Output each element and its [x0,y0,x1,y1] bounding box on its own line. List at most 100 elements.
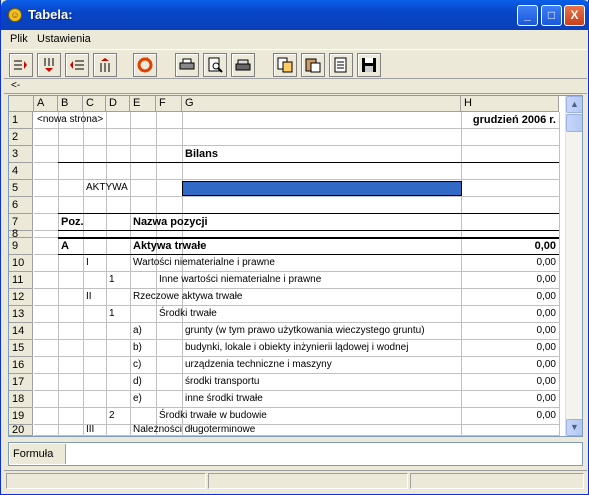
column-header[interactable]: F [156,96,182,112]
grid-cell[interactable]: Nazwa pozycji [133,214,208,231]
grid-cell[interactable]: III [86,425,94,436]
grid-cell[interactable]: 0,00 [464,408,556,425]
import-button[interactable] [329,53,353,77]
column-header[interactable]: H [461,96,559,112]
paste-button[interactable] [301,53,325,77]
row-header[interactable]: 5 [9,180,33,197]
column-header[interactable]: B [58,96,83,112]
grid-cell[interactable]: 1 [109,306,115,323]
grid-cell[interactable]: 1 [109,272,115,289]
column-header[interactable]: A [34,96,58,112]
row-header[interactable]: 20 [9,425,33,436]
row-header[interactable]: 10 [9,255,33,272]
grid-cell[interactable]: grunty (w tym prawo użytkowania wieczyst… [185,323,425,340]
grid-cell[interactable]: d) [133,374,142,391]
row-header[interactable]: 1 [9,112,33,129]
grid-cell[interactable]: środki transportu [185,374,259,391]
scroll-up-icon[interactable]: ▲ [566,96,582,113]
row-header[interactable]: 3 [9,146,33,163]
status-pane-1 [6,473,206,489]
grid-cell[interactable]: 0,00 [464,289,556,306]
grid-cell[interactable]: Aktywa trwałe [133,238,206,255]
scroll-down-icon[interactable]: ▼ [566,419,582,436]
grid-cell[interactable]: Należności długoterminowe [133,425,255,436]
maximize-button[interactable]: □ [541,5,562,26]
column-header[interactable]: G [182,96,461,112]
row-header[interactable]: 8 [9,229,33,240]
grid-cell[interactable]: urządzenia techniczne i maszyny [185,357,332,374]
grid-cell[interactable]: Bilans [185,146,218,163]
save-button[interactable] [357,53,381,77]
row-header[interactable]: 15 [9,340,33,357]
delete-col-button[interactable] [93,53,117,77]
grid-cell[interactable]: 0,00 [464,357,556,374]
grid-cell[interactable]: A [61,238,69,255]
grid-cell[interactable]: e) [133,391,142,408]
row-header[interactable]: 19 [9,408,33,425]
grid-cell[interactable]: a) [133,323,142,340]
grid-cell[interactable]: 0,00 [464,323,556,340]
grid-vline [130,112,131,436]
grid-cell[interactable]: budynki, lokale i obiekty inżynierii ląd… [185,340,408,357]
vertical-scrollbar[interactable]: ▲ ▼ [565,96,582,436]
grid-cell[interactable]: Poz. [61,214,84,231]
row-header[interactable]: 6 [9,197,33,214]
grid-cell[interactable]: grudzień 2006 r. [464,112,556,129]
grid-cell[interactable]: Rzeczowe aktywa trwałe [133,289,242,306]
selected-cell[interactable] [182,181,462,196]
row-header[interactable]: 2 [9,129,33,146]
delete-row-button[interactable] [65,53,89,77]
grid-cell[interactable]: 0,00 [464,238,556,255]
formula-input[interactable] [69,445,579,463]
row-header[interactable]: 11 [9,272,33,289]
menu-ustawienia[interactable]: Ustawienia [37,33,91,45]
grid-cell[interactable]: Środki trwałe w budowie [159,408,267,425]
row-header[interactable]: 18 [9,391,33,408]
refresh-button[interactable] [133,53,157,77]
column-header[interactable]: C [83,96,106,112]
grid-cell[interactable]: 0,00 [464,340,556,357]
grid-cell[interactable]: Środki trwałe [159,306,217,323]
formula-label: Formuła [10,444,66,464]
row-header[interactable]: 13 [9,306,33,323]
insert-row-button[interactable] [9,53,33,77]
column-header[interactable]: D [106,96,130,112]
print-button[interactable] [175,53,199,77]
menu-plik[interactable]: Plik [10,33,28,45]
row-header[interactable]: 9 [9,238,33,255]
grid-cell[interactable]: <nowa strona> [37,112,103,129]
row-header[interactable]: 4 [9,163,33,180]
row-header[interactable]: 17 [9,374,33,391]
grid-cell[interactable]: 0,00 [464,374,556,391]
grid-cell[interactable]: 0,00 [464,391,556,408]
print-setup-button[interactable] [231,53,255,77]
row-header[interactable]: 12 [9,289,33,306]
grid-cell[interactable]: c) [133,357,141,374]
preview-button[interactable] [203,53,227,77]
insert-col-button[interactable] [37,53,61,77]
scroll-thumb[interactable] [566,114,582,132]
grid-cell[interactable]: Inne wartości niematerialne i prawne [159,272,321,289]
close-button[interactable]: X [564,5,585,26]
row-header[interactable]: 14 [9,323,33,340]
grid-cell[interactable]: Wartości niematerialne i prawne [133,255,275,272]
column-header[interactable]: E [130,96,156,112]
copy-button[interactable] [273,53,297,77]
status-pane-2 [208,473,408,489]
grid-cell[interactable]: 2 [109,408,115,425]
spreadsheet-grid[interactable]: A B C D E F G H 1 <nowa strona> grudzień 2006 r. 2 3… [8,95,583,437]
grid-cell[interactable]: 0,00 [464,272,556,289]
row-header[interactable]: 16 [9,357,33,374]
grid-cell[interactable]: 0,00 [464,306,556,323]
grid-cell[interactable]: inne środki trwałe [185,391,263,408]
table-border [58,230,559,231]
grid-cell[interactable]: 0,00 [464,255,556,272]
back-arrow[interactable]: <- [11,80,20,91]
grid-cell[interactable]: AKTYWA [86,180,128,197]
title-bar[interactable]: ☺ Tabela: _ □ X [1,0,589,30]
grid-cell[interactable]: II [86,289,92,306]
print-setup-icon [235,59,251,71]
grid-cell[interactable]: I [86,255,89,272]
grid-cell[interactable]: b) [133,340,142,357]
minimize-button[interactable]: _ [517,5,538,26]
